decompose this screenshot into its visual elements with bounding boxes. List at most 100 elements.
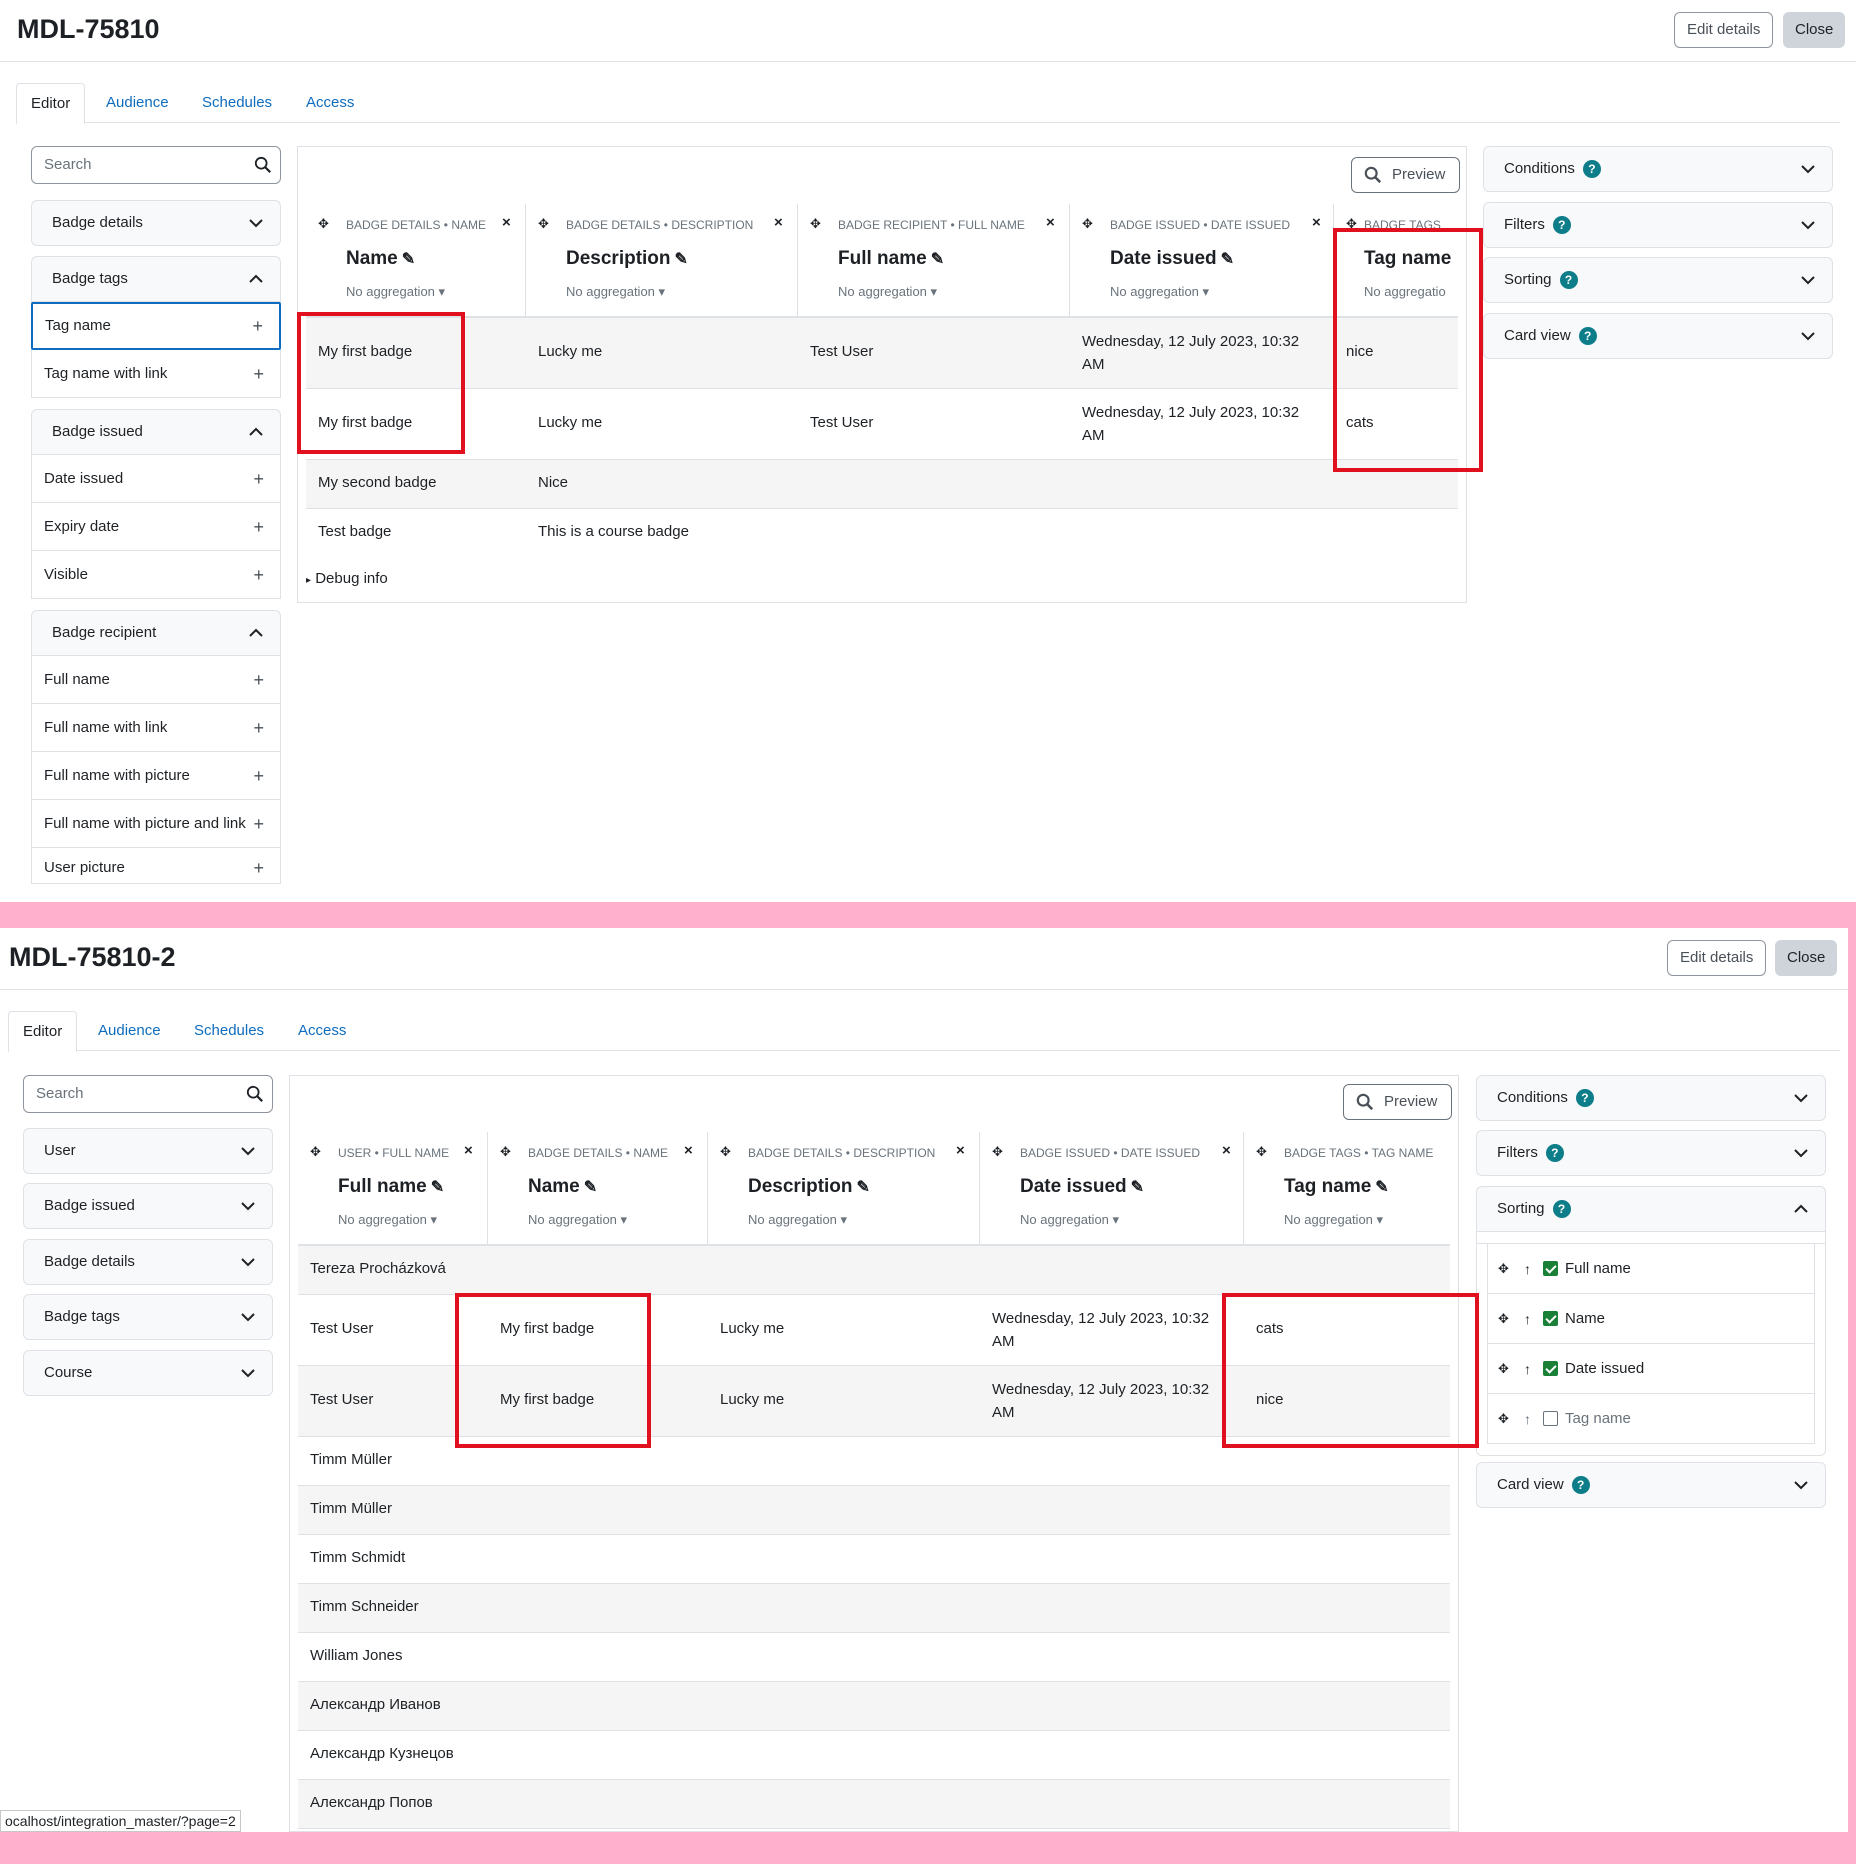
help-icon[interactable]: ?: [1545, 1144, 1564, 1163]
move-icon[interactable]: ✥: [1498, 1394, 1509, 1444]
tab-access[interactable]: Access: [284, 1011, 360, 1051]
column-title[interactable]: Full name ✎: [838, 248, 944, 270]
help-icon[interactable]: ?: [1552, 216, 1571, 235]
help-icon[interactable]: ?: [1575, 1089, 1594, 1108]
sort-item-tag-name[interactable]: ✥ ↑ Tag name: [1487, 1394, 1815, 1444]
pencil-icon[interactable]: ✎: [1375, 1179, 1388, 1196]
debug-info-toggle[interactable]: ▸ Debug info: [306, 564, 1458, 594]
conditions-card[interactable]: Conditions?: [1476, 1075, 1826, 1121]
card-view-card[interactable]: Card view?: [1483, 313, 1833, 359]
sort-checkbox[interactable]: [1543, 1361, 1558, 1376]
pencil-icon[interactable]: ✎: [675, 251, 688, 268]
help-icon[interactable]: ?: [1582, 160, 1601, 179]
aggregation-select[interactable]: No aggregation ▾: [1020, 1212, 1119, 1228]
move-icon[interactable]: ✥: [318, 216, 329, 232]
pencil-icon[interactable]: ✎: [1221, 251, 1234, 268]
tab-editor[interactable]: Editor: [16, 83, 86, 124]
sidebar-item-full-name[interactable]: Full name +: [31, 656, 281, 704]
help-icon[interactable]: ?: [1552, 1200, 1571, 1219]
pencil-icon[interactable]: ✎: [1131, 1179, 1144, 1196]
search-input[interactable]: Search: [31, 146, 281, 184]
aggregation-select[interactable]: No aggregation ▾: [748, 1212, 847, 1228]
badge-recipient-card[interactable]: Badge recipient: [31, 610, 281, 656]
sidebar-item-expiry-date[interactable]: Expiry date +: [31, 503, 281, 551]
search-input[interactable]: Search: [23, 1075, 273, 1113]
sorting-card[interactable]: Sorting?: [1476, 1186, 1826, 1232]
pencil-icon[interactable]: ✎: [431, 1179, 444, 1196]
arrow-up-icon[interactable]: ↑: [1524, 1244, 1531, 1294]
tab-audience[interactable]: Audience: [84, 1011, 175, 1051]
column-title[interactable]: Description ✎: [748, 1176, 870, 1198]
badge-details-card[interactable]: Badge details: [23, 1239, 273, 1285]
remove-column-icon[interactable]: ×: [1222, 1142, 1231, 1159]
sort-item-date-issued[interactable]: ✥ ↑ Date issued: [1487, 1344, 1815, 1394]
course-card[interactable]: Course: [23, 1350, 273, 1396]
sorting-card[interactable]: Sorting?: [1483, 257, 1833, 303]
sort-checkbox[interactable]: [1543, 1311, 1558, 1326]
move-icon[interactable]: ✥: [1082, 216, 1093, 232]
column-title[interactable]: Date issued ✎: [1020, 1176, 1144, 1198]
close-button[interactable]: Close: [1783, 12, 1846, 48]
help-icon[interactable]: ?: [1559, 271, 1578, 290]
sidebar-item-full-name-with-link[interactable]: Full name with link +: [31, 704, 281, 752]
help-icon[interactable]: ?: [1578, 327, 1597, 346]
remove-column-icon[interactable]: ×: [774, 214, 783, 231]
remove-column-icon[interactable]: ×: [502, 214, 511, 231]
tab-schedules[interactable]: Schedules: [188, 83, 286, 123]
sort-item-name[interactable]: ✥ ↑ Name: [1487, 1294, 1815, 1344]
tab-editor[interactable]: Editor: [8, 1011, 78, 1052]
tab-schedules[interactable]: Schedules: [180, 1011, 278, 1051]
pencil-icon[interactable]: ✎: [402, 251, 415, 268]
move-icon[interactable]: ✥: [500, 1144, 511, 1160]
column-title[interactable]: Name ✎: [528, 1176, 597, 1198]
preview-button[interactable]: Preview: [1351, 157, 1461, 193]
badge-tags-card[interactable]: Badge tags: [31, 256, 281, 302]
sidebar-item-visible[interactable]: Visible +: [31, 551, 281, 599]
arrow-up-icon[interactable]: ↑: [1524, 1294, 1531, 1344]
move-icon[interactable]: ✥: [1498, 1244, 1509, 1294]
filters-card[interactable]: Filters?: [1476, 1130, 1826, 1176]
badge-tags-card[interactable]: Badge tags: [23, 1294, 273, 1340]
sidebar-item-full-name-with-picture[interactable]: Full name with picture +: [31, 752, 281, 800]
move-icon[interactable]: ✥: [1256, 1144, 1267, 1160]
edit-details-button[interactable]: Edit details: [1674, 12, 1774, 48]
user-card[interactable]: User: [23, 1128, 273, 1174]
sort-checkbox[interactable]: [1543, 1411, 1558, 1426]
arrow-up-icon[interactable]: ↑: [1524, 1344, 1531, 1394]
pencil-icon[interactable]: ✎: [931, 251, 944, 268]
sort-checkbox[interactable]: [1543, 1261, 1558, 1276]
pencil-icon[interactable]: ✎: [584, 1179, 597, 1196]
column-title[interactable]: Full name ✎: [338, 1176, 444, 1198]
tab-access[interactable]: Access: [292, 83, 368, 123]
card-view-card[interactable]: Card view?: [1476, 1462, 1826, 1508]
move-icon[interactable]: ✥: [992, 1144, 1003, 1160]
filters-card[interactable]: Filters?: [1483, 202, 1833, 248]
tab-audience[interactable]: Audience: [92, 83, 183, 123]
move-icon[interactable]: ✥: [538, 216, 549, 232]
sidebar-item-tag-name[interactable]: Tag name +: [31, 302, 281, 350]
aggregation-select[interactable]: No aggregation ▾: [1284, 1212, 1383, 1228]
badge-details-card[interactable]: Badge details: [31, 200, 281, 246]
remove-column-icon[interactable]: ×: [1046, 214, 1055, 231]
sidebar-item-tag-name-with-link[interactable]: Tag name with link +: [31, 350, 281, 398]
aggregation-select[interactable]: No aggregation ▾: [838, 284, 937, 300]
move-icon[interactable]: ✥: [1498, 1294, 1509, 1344]
pencil-icon[interactable]: ✎: [857, 1179, 870, 1196]
close-button[interactable]: Close: [1775, 940, 1838, 976]
sort-item-full-name[interactable]: ✥ ↑ Full name: [1487, 1244, 1815, 1294]
sidebar-item-date-issued[interactable]: Date issued +: [31, 455, 281, 503]
sidebar-item-full-name-with-picture-and-link[interactable]: Full name with picture and link +: [31, 800, 281, 848]
help-icon[interactable]: ?: [1571, 1476, 1590, 1495]
badge-issued-card[interactable]: Badge issued: [23, 1183, 273, 1229]
arrow-up-icon[interactable]: ↑: [1524, 1394, 1531, 1444]
edit-details-button[interactable]: Edit details: [1667, 940, 1767, 976]
column-title[interactable]: Tag name ✎: [1284, 1176, 1389, 1198]
remove-column-icon[interactable]: ×: [956, 1142, 965, 1159]
sidebar-item-user-picture[interactable]: User picture +: [31, 848, 281, 884]
move-icon[interactable]: ✥: [310, 1144, 321, 1160]
move-icon[interactable]: ✥: [810, 216, 821, 232]
column-title[interactable]: Description ✎: [566, 248, 688, 270]
badge-issued-card[interactable]: Badge issued: [31, 409, 281, 455]
remove-column-icon[interactable]: ×: [464, 1142, 473, 1159]
aggregation-select[interactable]: No aggregation ▾: [338, 1212, 437, 1228]
